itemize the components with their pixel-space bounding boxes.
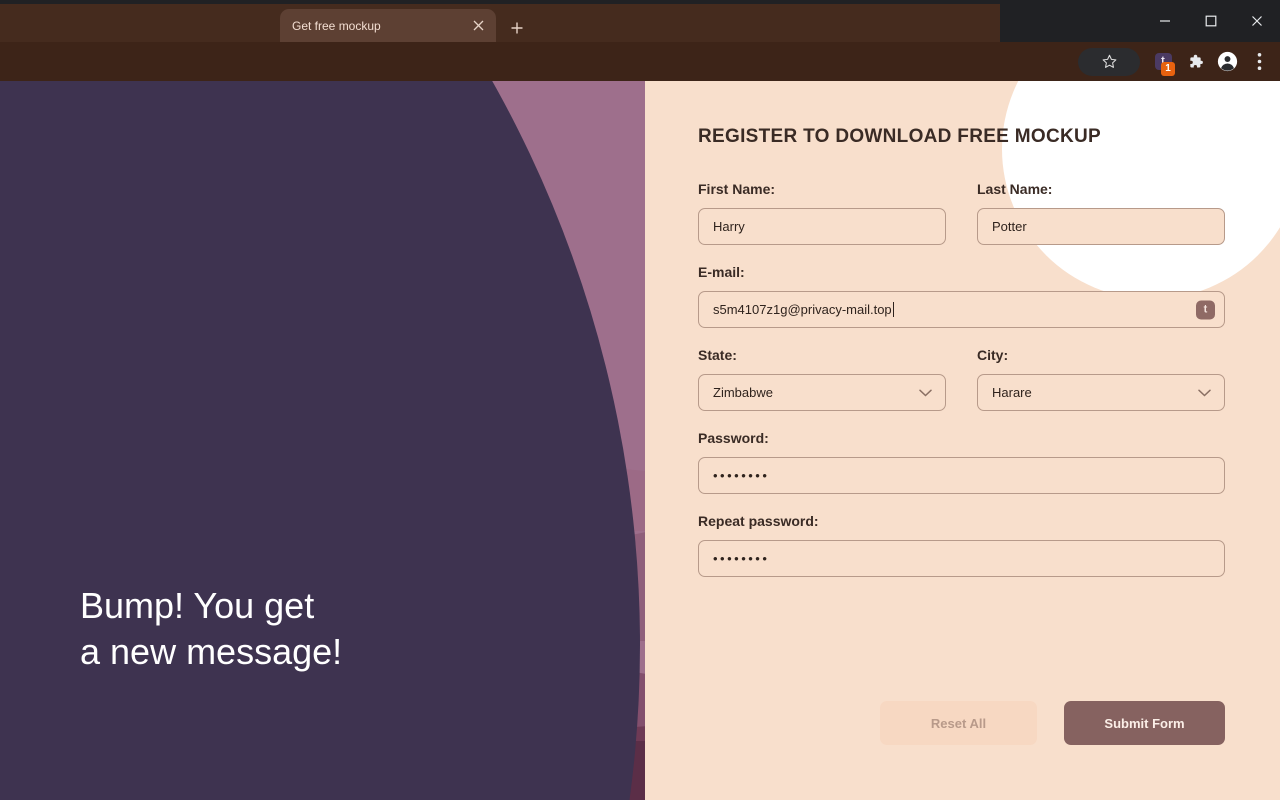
state-field: State: Zimbabwe	[698, 347, 946, 411]
name-row: First Name: Harry Last Name: Potter	[698, 181, 1225, 245]
form-actions: Reset All Submit Form	[880, 701, 1225, 745]
submit-form-button[interactable]: Submit Form	[1064, 701, 1225, 745]
account-avatar-icon[interactable]	[1212, 47, 1242, 77]
last-name-label: Last Name:	[977, 181, 1225, 197]
browser-titlebar: Get free mockup	[0, 0, 1280, 42]
tab-title: Get free mockup	[292, 19, 468, 33]
extension-badge-count: 1	[1161, 62, 1175, 76]
new-tab-button[interactable]	[504, 15, 530, 41]
email-label: E-mail:	[698, 264, 1225, 280]
state-label: State:	[698, 347, 946, 363]
window-controls	[1142, 0, 1280, 42]
repeat-password-field: Repeat password: ••••••••	[698, 513, 1225, 577]
tab-strip	[0, 4, 1000, 42]
state-select[interactable]: Zimbabwe	[698, 374, 946, 411]
window-maximize-button[interactable]	[1188, 0, 1234, 42]
form-title: REGISTER TO DOWNLOAD FREE MOCKUP	[698, 126, 1225, 148]
repeat-password-row: Repeat password: ••••••••	[698, 513, 1225, 577]
toolbar-actions: t 1	[1078, 42, 1274, 81]
last-name-input[interactable]: Potter	[977, 208, 1225, 245]
hero-headline: Bump! You get a new message!	[80, 583, 342, 674]
repeat-password-value: ••••••••	[713, 551, 769, 566]
text-cursor	[893, 302, 894, 317]
temp-mail-extension-icon[interactable]: t	[1196, 300, 1215, 319]
email-value: s5m4107z1g@privacy-mail.top	[713, 302, 892, 317]
bookmark-star-icon[interactable]	[1078, 48, 1140, 76]
email-input[interactable]: s5m4107z1g@privacy-mail.top t	[698, 291, 1225, 328]
city-select-wrap: Harare	[977, 374, 1225, 411]
reset-all-button[interactable]: Reset All	[880, 701, 1037, 745]
window-minimize-button[interactable]	[1142, 0, 1188, 42]
screen: Get free mockup	[0, 0, 1280, 800]
password-field: Password: ••••••••	[698, 430, 1225, 494]
page-viewport: REGISTER TO DOWNLOAD FREE MOCKUP First N…	[0, 81, 1280, 800]
city-field: City: Harare	[977, 347, 1225, 411]
password-label: Password:	[698, 430, 1225, 446]
city-value: Harare	[992, 385, 1032, 400]
three-dot-menu-icon[interactable]	[1244, 47, 1274, 77]
city-label: City:	[977, 347, 1225, 363]
extensions-puzzle-icon[interactable]	[1180, 47, 1210, 77]
password-input[interactable]: ••••••••	[698, 457, 1225, 494]
city-select[interactable]: Harare	[977, 374, 1225, 411]
email-field: E-mail: s5m4107z1g@privacy-mail.top t	[698, 264, 1225, 328]
tab-close-icon[interactable]	[468, 16, 488, 36]
first-name-input[interactable]: Harry	[698, 208, 946, 245]
first-name-field: First Name: Harry	[698, 181, 946, 245]
extension-button[interactable]: t 1	[1148, 47, 1178, 77]
registration-form: REGISTER TO DOWNLOAD FREE MOCKUP First N…	[698, 126, 1225, 596]
state-select-wrap: Zimbabwe	[698, 374, 946, 411]
first-name-label: First Name:	[698, 181, 946, 197]
repeat-password-input[interactable]: ••••••••	[698, 540, 1225, 577]
email-row: E-mail: s5m4107z1g@privacy-mail.top t	[698, 264, 1225, 328]
purple-curve-overlay	[0, 81, 640, 800]
window-close-button[interactable]	[1234, 0, 1280, 42]
state-value: Zimbabwe	[713, 385, 773, 400]
last-name-field: Last Name: Potter	[977, 181, 1225, 245]
last-name-value: Potter	[992, 219, 1027, 234]
repeat-password-label: Repeat password:	[698, 513, 1225, 529]
first-name-value: Harry	[713, 219, 745, 234]
password-value: ••••••••	[713, 468, 769, 483]
location-row: State: Zimbabwe City:	[698, 347, 1225, 411]
password-row: Password: ••••••••	[698, 430, 1225, 494]
browser-tab[interactable]: Get free mockup	[280, 9, 496, 42]
